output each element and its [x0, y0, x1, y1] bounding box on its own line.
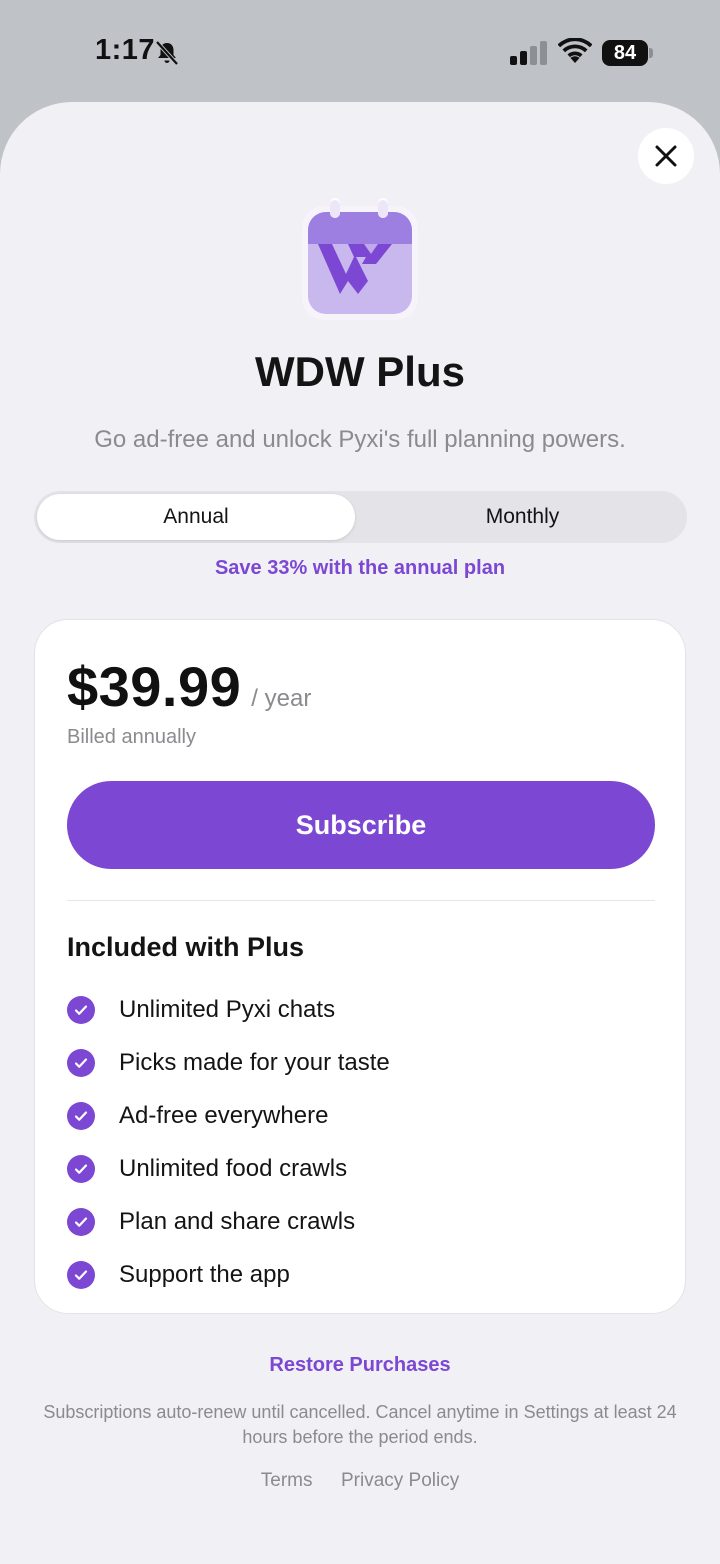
- restore-purchases-link[interactable]: Restore Purchases: [0, 1354, 720, 1377]
- wifi-icon: [558, 38, 592, 63]
- app-logo-icon: [302, 198, 418, 320]
- plan-option-annual[interactable]: Annual: [37, 494, 355, 540]
- plan-option-monthly[interactable]: Monthly: [361, 494, 684, 540]
- feature-item: Support the app: [67, 1248, 390, 1301]
- feature-label: Unlimited food crawls: [119, 1154, 348, 1182]
- paywall-title: WDW Plus: [255, 348, 465, 395]
- savings-note: Save 33% with the annual plan: [214, 557, 506, 579]
- feature-label: Unlimited Pyxi chats: [119, 995, 336, 1023]
- checkmark-icon: [67, 1101, 95, 1130]
- checkmark-icon: [67, 995, 95, 1024]
- feature-list: Unlimited Pyxi chats Picks made for your…: [67, 983, 390, 1301]
- cellular-signal-icon: [510, 41, 547, 65]
- battery-cap: [649, 48, 653, 58]
- subscribe-button[interactable]: Subscribe: [67, 781, 655, 869]
- included-title: Included with Plus: [67, 932, 305, 962]
- privacy-policy-link[interactable]: Privacy Policy: [341, 1470, 459, 1491]
- feature-item: Unlimited food crawls: [67, 1142, 390, 1195]
- feature-item: Unlimited Pyxi chats: [67, 983, 390, 1036]
- feature-label: Picks made for your taste: [119, 1048, 390, 1076]
- divider: [67, 900, 655, 901]
- status-bar: 1:17 84: [0, 0, 720, 102]
- battery-level: 84: [602, 40, 648, 66]
- plan-card: $39.99 / year Billed annually Subscribe …: [34, 619, 686, 1314]
- close-button[interactable]: [638, 128, 694, 184]
- paywall-subtitle: Go ad-free and unlock Pyxi's full planni…: [94, 426, 626, 453]
- footer-links: Terms Privacy Policy: [0, 1470, 720, 1492]
- price: $39.99: [67, 655, 242, 718]
- feature-item: Picks made for your taste: [67, 1036, 390, 1089]
- checkmark-icon: [67, 1048, 95, 1077]
- battery-icon: 84: [602, 40, 654, 66]
- close-icon: [655, 145, 677, 167]
- billing-note: Billed annually: [67, 726, 196, 748]
- feature-label: Support the app: [119, 1260, 290, 1288]
- feature-label: Plan and share crawls: [119, 1207, 356, 1235]
- feature-item: Plan and share crawls: [67, 1195, 390, 1248]
- price-row: $39.99 / year: [67, 654, 311, 719]
- terms-link[interactable]: Terms: [261, 1470, 313, 1491]
- silent-bell-icon: [155, 40, 179, 66]
- checkmark-icon: [67, 1260, 95, 1289]
- checkmark-icon: [67, 1207, 95, 1236]
- paywall-sheet: WDW Plus Go ad-free and unlock Pyxi's fu…: [0, 102, 720, 1564]
- feature-label: Ad-free everywhere: [119, 1101, 329, 1129]
- price-period: / year: [251, 685, 312, 712]
- checkmark-icon: [67, 1154, 95, 1183]
- legal-text: Subscriptions auto-renew until cancelled…: [43, 1402, 677, 1447]
- status-time: 1:17: [95, 34, 156, 66]
- feature-item: Ad-free everywhere: [67, 1089, 390, 1142]
- plan-toggle: Annual Monthly: [34, 491, 687, 543]
